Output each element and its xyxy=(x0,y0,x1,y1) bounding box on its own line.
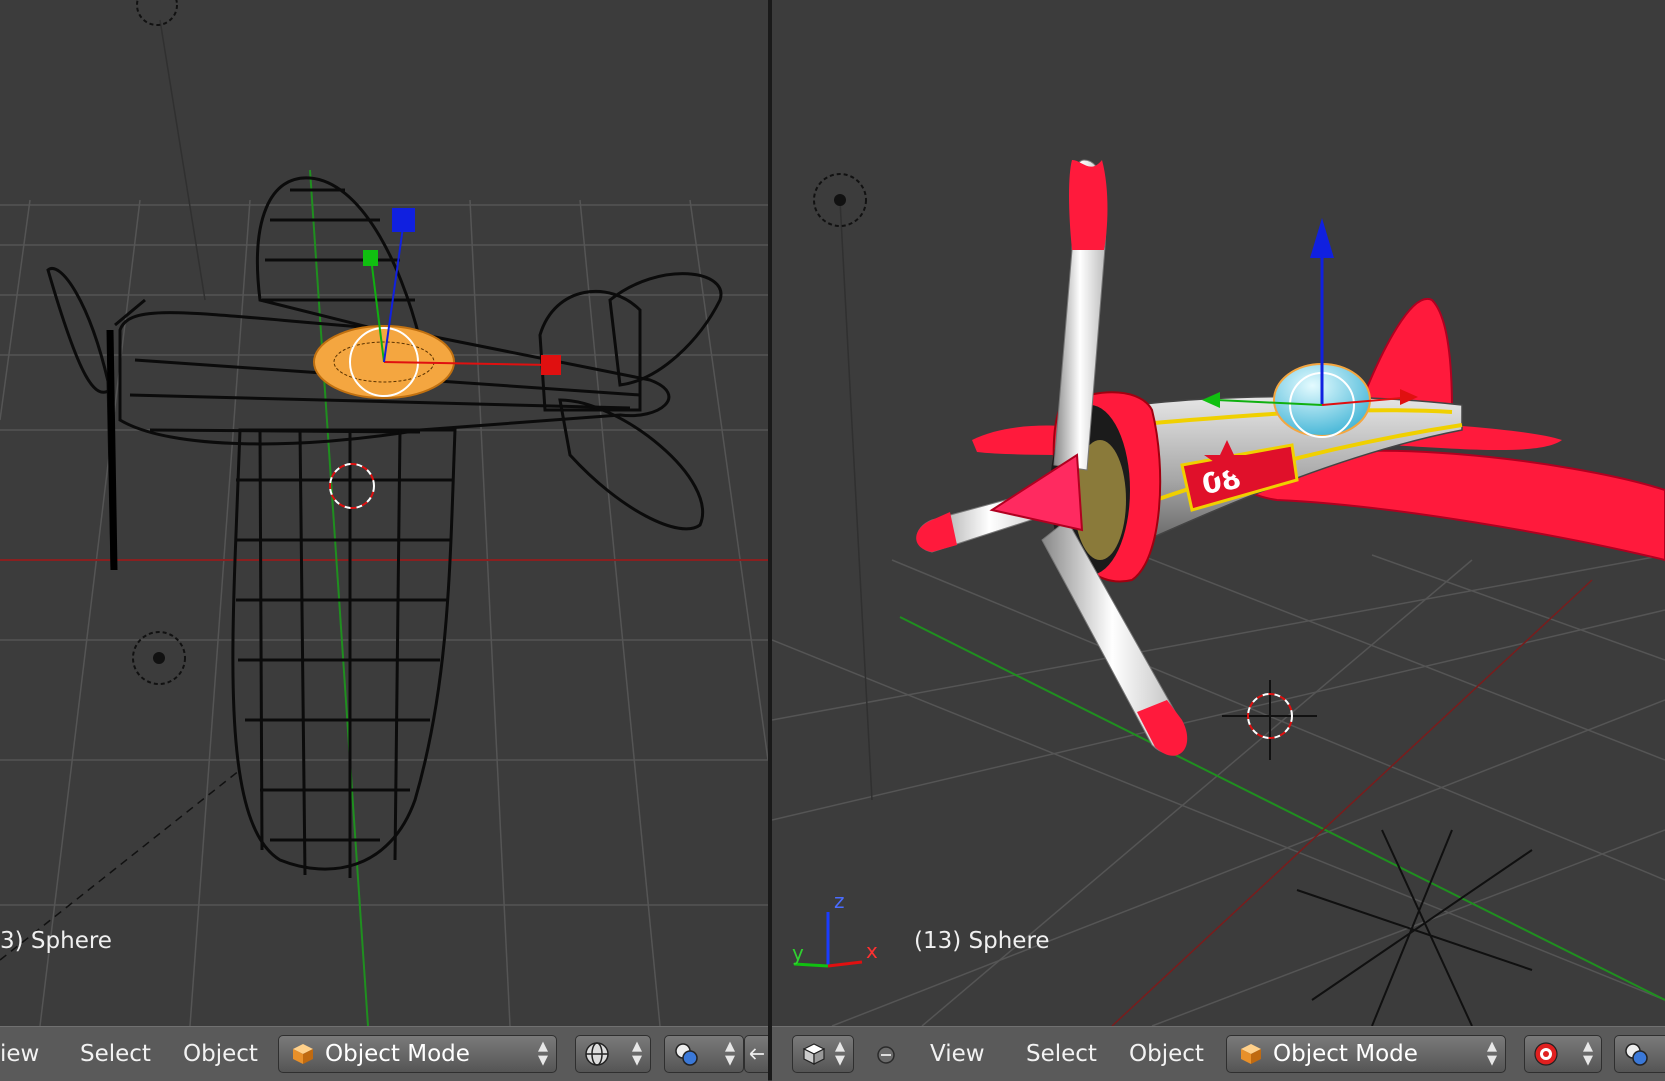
pivot-point-dropdown[interactable] xyxy=(1614,1035,1665,1073)
cube-icon xyxy=(1241,1044,1261,1064)
dropdown-arrows-icon: ▲ ▼ xyxy=(538,1039,548,1068)
3d-cursor-icon[interactable] xyxy=(1222,680,1317,760)
camera-icon[interactable] xyxy=(1296,829,1533,1026)
x-axis-line xyxy=(1111,579,1593,1026)
dropdown-arrows-icon: ▲ ▼ xyxy=(725,1039,735,1068)
axis-orientation-widget: z y x xyxy=(792,889,878,968)
x-axis-handle[interactable] xyxy=(541,355,561,375)
z-axis-handle[interactable] xyxy=(392,208,415,232)
dropdown-arrows-icon: ▲ ▼ xyxy=(835,1039,845,1068)
menu-select[interactable]: Select xyxy=(80,1041,151,1067)
right-viewport-header: ▲ ▼ View Select Object Object Mode ▲ ▼ ▲ ▼ xyxy=(772,1026,1665,1081)
lamp-icon[interactable] xyxy=(136,0,178,26)
left-viewport-header: iew Select Object Object Mode ▲ ▼ ▲ ▼ ▲ ▼ xyxy=(0,1026,768,1081)
menu-select[interactable]: Select xyxy=(1026,1041,1097,1067)
menu-object[interactable]: Object xyxy=(183,1041,258,1067)
menu-object[interactable]: Object xyxy=(1129,1041,1204,1067)
manipulator-icon xyxy=(749,1048,764,1060)
airplane-wireframe[interactable] xyxy=(46,176,723,878)
active-object-label: 3) Sphere xyxy=(0,928,112,954)
wireframe-scene xyxy=(0,0,768,1026)
axis-label-y: y xyxy=(792,941,804,965)
pivot-point-dropdown[interactable]: ▲ ▼ xyxy=(664,1035,744,1073)
object-mode-label: Object Mode xyxy=(325,1041,470,1067)
menu-view[interactable]: iew xyxy=(0,1041,39,1067)
pivot-icon xyxy=(1625,1043,1648,1066)
y-axis-handle[interactable] xyxy=(363,250,378,266)
solid-scene: 08 z y x xyxy=(772,159,1665,1026)
active-object-label: (13) Sphere xyxy=(914,928,1050,954)
lamp-line xyxy=(159,19,206,301)
object-mode-dropdown[interactable]: Object Mode ▲ ▼ xyxy=(1226,1035,1506,1073)
menu-view[interactable]: View xyxy=(930,1041,985,1067)
view-cube-icon xyxy=(802,1043,826,1065)
viewport-shading-icon xyxy=(585,1042,609,1066)
object-mode-dropdown[interactable]: Object Mode ▲ ▼ xyxy=(278,1035,557,1073)
floor-grid xyxy=(772,539,1665,1026)
propeller-blade xyxy=(106,329,118,571)
dropdown-arrows-icon: ▲ ▼ xyxy=(632,1039,642,1068)
dropdown-arrows-icon: ▲ ▼ xyxy=(1583,1039,1593,1068)
object-mode-label: Object Mode xyxy=(1273,1041,1418,1067)
viewport-shading-dropdown[interactable]: ▲ ▼ xyxy=(575,1035,651,1073)
editor-type-dropdown[interactable]: ▲ ▼ xyxy=(792,1035,854,1073)
proportional-icon xyxy=(1534,1042,1558,1066)
3d-cursor-icon[interactable] xyxy=(329,463,375,509)
z-axis-arrow[interactable] xyxy=(1310,218,1334,258)
lamp-line xyxy=(839,199,873,801)
pivot-icon xyxy=(675,1043,698,1066)
axis-label-z: z xyxy=(834,889,845,913)
lamp-icon[interactable] xyxy=(813,173,867,227)
right-3d-viewport[interactable]: 08 z y x (13) Sphere xyxy=(772,0,1665,1026)
y-axis-line xyxy=(309,169,369,1026)
viewport-shading-dropdown[interactable]: ▲ ▼ xyxy=(1524,1035,1602,1073)
axis-label-x: x xyxy=(866,939,878,963)
dropdown-arrows-icon: ▲ ▼ xyxy=(1487,1039,1497,1068)
circle-icon[interactable] xyxy=(876,1045,896,1065)
cube-icon xyxy=(293,1044,313,1064)
left-3d-viewport[interactable]: 3) Sphere xyxy=(0,0,768,1026)
manipulator-toggle[interactable] xyxy=(744,1035,768,1073)
